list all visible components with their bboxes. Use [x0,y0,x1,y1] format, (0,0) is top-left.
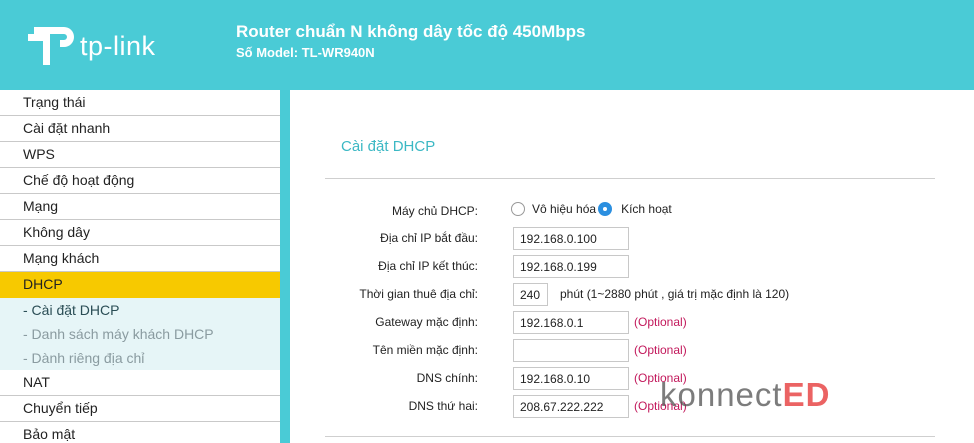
secondary-dns-input[interactable] [513,395,629,418]
watermark-prefix: konnect [660,376,783,413]
dhcp-enable-radio[interactable] [598,202,613,216]
sidebar-item-wireless[interactable]: Không dây [0,220,280,246]
page-title: Cài đặt DHCP [341,138,436,155]
brand-text: tp-link [80,30,156,61]
model-number: Số Model: TL-WR940N [236,45,375,60]
gateway-row: Gateway mặc định: (Optional) [290,311,974,335]
end-ip-label: Địa chỉ IP kết thúc: [378,259,478,273]
lease-time-label: Thời gian thuê địa chỉ: [359,287,478,301]
sidebar-menu: Trạng thái Cài đặt nhanh WPS Chế độ hoạt… [0,90,280,443]
sidebar-item-dhcp[interactable]: DHCP [0,272,280,298]
end-ip-input[interactable] [513,255,629,278]
primary-dns-row: DNS chính: (Optional) [290,367,974,391]
sidebar-item-nat[interactable]: NAT [0,370,280,396]
domain-label: Tên miền mặc định: [372,343,478,357]
watermark-suffix: ED [782,376,831,413]
secondary-dns-row: DNS thứ hai: (Optional) [290,395,974,419]
lease-time-hint: phút (1~2880 phút , giá trị mặc định là … [560,287,790,301]
sidebar-item-quick-setup[interactable]: Cài đặt nhanh [0,116,280,142]
sidebar-item-wps[interactable]: WPS [0,142,280,168]
sidebar-item-forwarding[interactable]: Chuyển tiếp [0,396,280,422]
sidebar-item-operation-mode[interactable]: Chế độ hoạt động [0,168,280,194]
sidebar-item-guest-network[interactable]: Mạng khách [0,246,280,272]
secondary-dns-label: DNS thứ hai: [408,399,478,413]
start-ip-label: Địa chỉ IP bắt đầu: [380,231,478,245]
gateway-input[interactable] [513,311,629,334]
tp-link-logo-icon [24,21,76,71]
title-divider [325,178,935,179]
product-title: Router chuẩn N không dây tốc độ 450Mbps [236,22,586,41]
lease-time-row: Thời gian thuê địa chỉ: phút (1~2880 phú… [290,283,974,307]
sidebar-item-status[interactable]: Trạng thái [0,90,280,116]
submenu-item-dhcp-client-list[interactable]: - Danh sách máy khách DHCP [0,322,280,346]
dhcp-server-row: Máy chủ DHCP: Vô hiệu hóa Kích hoạt [290,200,974,224]
primary-dns-label: DNS chính: [416,371,478,385]
domain-row: Tên miền mặc định: (Optional) [290,339,974,363]
start-ip-input[interactable] [513,227,629,250]
dhcp-server-label: Máy chủ DHCP: [391,204,478,218]
gateway-optional-note: (Optional) [634,315,687,329]
end-ip-row: Địa chỉ IP kết thúc: [290,255,974,279]
sidebar-frame: Trạng thái Cài đặt nhanh WPS Chế độ hoạt… [0,90,290,443]
dhcp-submenu: - Cài đặt DHCP - Danh sách máy khách DHC… [0,298,280,370]
dhcp-server-radio-group: Vô hiệu hóa Kích hoạt [511,202,674,216]
domain-optional-note: (Optional) [634,343,687,357]
main-content: Cài đặt DHCP Máy chủ DHCP: Vô hiệu hóa K… [290,90,974,443]
sidebar-item-security[interactable]: Bảo mật [0,422,280,443]
dhcp-enable-label: Kích hoạt [621,202,672,216]
bottom-divider [325,436,935,437]
domain-input[interactable] [513,339,629,362]
sidebar-item-network[interactable]: Mạng [0,194,280,220]
start-ip-row: Địa chỉ IP bắt đầu: [290,227,974,251]
primary-dns-input[interactable] [513,367,629,390]
submenu-item-dhcp-settings[interactable]: - Cài đặt DHCP [0,298,280,322]
lease-time-input[interactable] [513,283,548,306]
gateway-label: Gateway mặc định: [375,315,478,329]
header-bar: tp-link Router chuẩn N không dây tốc độ … [0,0,974,90]
dhcp-disable-label: Vô hiệu hóa [532,202,597,216]
konnected-watermark: konnectED [660,376,830,414]
tp-link-logo[interactable]: tp-link [24,21,156,71]
submenu-item-address-reservation[interactable]: - Dành riêng địa chỉ [0,346,280,370]
dhcp-disable-radio[interactable] [511,202,525,216]
